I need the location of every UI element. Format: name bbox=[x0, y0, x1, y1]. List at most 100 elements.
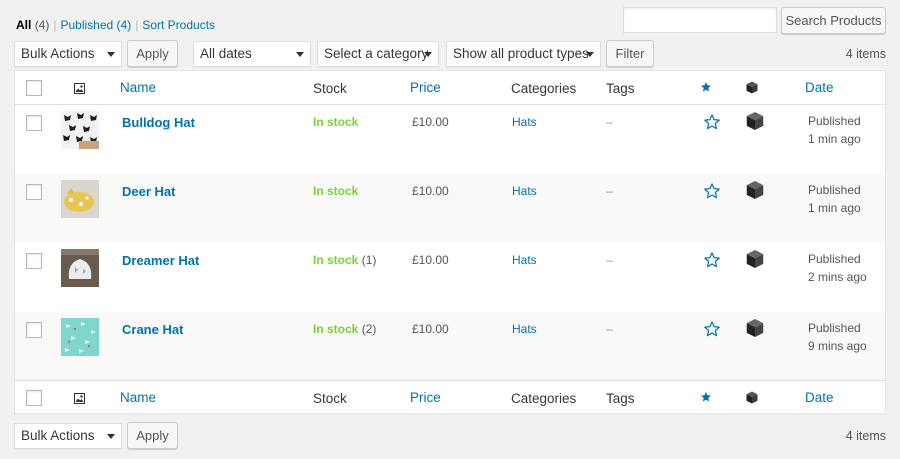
product-category-link[interactable]: Hats bbox=[512, 322, 537, 336]
table-row: Bulldog Hat In stock £10.00 Hats – Publi… bbox=[15, 105, 885, 174]
product-thumbnail-dreamer-hat[interactable] bbox=[61, 249, 99, 287]
items-count-top: 4 items bbox=[845, 47, 886, 61]
filter-button[interactable]: Filter bbox=[606, 40, 654, 67]
product-category-link[interactable]: Hats bbox=[512, 115, 537, 129]
column-date-header[interactable]: Date bbox=[805, 80, 834, 95]
row-checkbox[interactable] bbox=[26, 115, 42, 131]
column-date-footer[interactable]: Date bbox=[805, 390, 834, 405]
apply-button[interactable]: Apply bbox=[127, 40, 178, 67]
product-tags: – bbox=[606, 115, 613, 129]
product-type-select[interactable]: Show all product types bbox=[446, 41, 601, 67]
column-tags-footer: Tags bbox=[606, 391, 635, 406]
publish-ago: 2 mins ago bbox=[808, 270, 867, 284]
star-outline-icon[interactable] bbox=[703, 251, 721, 272]
product-thumbnail-deer-hat[interactable] bbox=[61, 180, 99, 218]
box-icon bbox=[746, 180, 764, 203]
table-footer: Name Stock Price Categories Tags Date bbox=[15, 380, 885, 414]
filter-separator: | bbox=[53, 18, 57, 32]
star-outline-icon[interactable] bbox=[703, 320, 721, 341]
product-name-link[interactable]: Dreamer Hat bbox=[122, 253, 199, 268]
row-checkbox[interactable] bbox=[26, 253, 42, 269]
filter-published[interactable]: Published (4) bbox=[60, 18, 131, 32]
star-icon[interactable] bbox=[700, 81, 712, 96]
category-value: Select a category bbox=[324, 46, 429, 61]
apply-button-bottom[interactable]: Apply bbox=[127, 422, 178, 449]
column-name-footer[interactable]: Name bbox=[120, 390, 156, 405]
product-tags: – bbox=[606, 253, 613, 267]
star-icon[interactable] bbox=[700, 391, 712, 406]
box-icon bbox=[746, 111, 764, 134]
product-price: £10.00 bbox=[412, 253, 449, 267]
select-all-checkbox[interactable] bbox=[26, 80, 42, 96]
filter-separator: | bbox=[135, 18, 139, 32]
publish-status: Published bbox=[808, 321, 861, 335]
filter-all[interactable]: All (4) bbox=[16, 18, 49, 32]
search-products-button[interactable]: Search Products bbox=[781, 7, 886, 34]
publish-date: Published 1 min ago bbox=[808, 112, 861, 148]
publish-status: Published bbox=[808, 114, 861, 128]
product-price: £10.00 bbox=[412, 184, 449, 198]
box-icon[interactable] bbox=[746, 81, 758, 97]
products-table: Name Stock Price Categories Tags Date Bu… bbox=[14, 70, 886, 414]
column-tags-header: Tags bbox=[606, 81, 635, 96]
product-category-link[interactable]: Hats bbox=[512, 184, 537, 198]
product-thumbnail-bulldog-hat[interactable] bbox=[61, 111, 99, 149]
row-checkbox[interactable] bbox=[26, 322, 42, 338]
product-tags: – bbox=[606, 322, 613, 336]
table-header: Name Stock Price Categories Tags Date bbox=[15, 71, 885, 105]
product-thumbnail-crane-hat[interactable] bbox=[61, 318, 99, 356]
product-category-link[interactable]: Hats bbox=[512, 253, 537, 267]
image-icon bbox=[74, 82, 85, 97]
items-count-bottom: 4 items bbox=[845, 429, 886, 443]
box-icon[interactable] bbox=[746, 391, 758, 407]
sort-products-link[interactable]: Sort Products bbox=[142, 18, 215, 32]
product-type-value: Show all product types bbox=[453, 46, 589, 61]
table-row: Deer Hat In stock £10.00 Hats – Publishe… bbox=[15, 174, 885, 243]
stock-status: In stock bbox=[313, 115, 359, 129]
column-price-footer[interactable]: Price bbox=[410, 390, 441, 405]
publish-date: Published 1 min ago bbox=[808, 181, 861, 217]
status-filter-links: All (4) | Published (4) | Sort Products bbox=[16, 18, 215, 32]
product-name-link[interactable]: Crane Hat bbox=[122, 322, 183, 337]
column-stock-header: Stock bbox=[313, 81, 347, 96]
bulk-actions-value: Bulk Actions bbox=[21, 46, 95, 61]
box-icon bbox=[746, 249, 764, 272]
column-stock-footer: Stock bbox=[313, 391, 347, 406]
bulk-actions-select[interactable]: Bulk Actions bbox=[14, 41, 122, 67]
publish-date: Published 2 mins ago bbox=[808, 250, 867, 286]
column-categories-footer: Categories bbox=[511, 391, 577, 406]
column-price-header[interactable]: Price bbox=[410, 80, 441, 95]
chevron-down-icon bbox=[107, 434, 115, 439]
chevron-down-icon bbox=[107, 52, 115, 57]
product-price: £10.00 bbox=[412, 115, 449, 129]
table-row: Crane Hat In stock (2) £10.00 Hats – Pub… bbox=[15, 312, 885, 381]
bulk-actions-select-bottom[interactable]: Bulk Actions bbox=[14, 423, 122, 449]
stock-status: In stock bbox=[313, 184, 359, 198]
dates-value: All dates bbox=[200, 46, 252, 61]
dates-select[interactable]: All dates bbox=[193, 41, 311, 67]
publish-status: Published bbox=[808, 252, 861, 266]
publish-ago: 1 min ago bbox=[808, 201, 861, 215]
product-name-link[interactable]: Bulldog Hat bbox=[122, 115, 195, 130]
select-all-checkbox-footer[interactable] bbox=[26, 390, 42, 406]
product-name-link[interactable]: Deer Hat bbox=[122, 184, 175, 199]
publish-status: Published bbox=[808, 183, 861, 197]
column-categories-header: Categories bbox=[511, 81, 577, 96]
publish-ago: 1 min ago bbox=[808, 132, 861, 146]
star-outline-icon[interactable] bbox=[703, 182, 721, 203]
chevron-down-icon bbox=[586, 52, 594, 57]
product-price: £10.00 bbox=[412, 322, 449, 336]
box-icon bbox=[746, 318, 764, 341]
table-row: Dreamer Hat In stock (1) £10.00 Hats – P… bbox=[15, 243, 885, 312]
image-icon bbox=[74, 392, 85, 407]
row-checkbox[interactable] bbox=[26, 184, 42, 200]
chevron-down-icon bbox=[296, 52, 304, 57]
category-select[interactable]: Select a category bbox=[317, 41, 439, 67]
chevron-down-icon bbox=[424, 52, 432, 57]
star-outline-icon[interactable] bbox=[703, 113, 721, 134]
product-tags: – bbox=[606, 184, 613, 198]
search-input[interactable] bbox=[623, 7, 777, 33]
stock-status: In stock (2) bbox=[313, 322, 377, 336]
bulk-actions-value: Bulk Actions bbox=[21, 428, 95, 443]
column-name-header[interactable]: Name bbox=[120, 80, 156, 95]
